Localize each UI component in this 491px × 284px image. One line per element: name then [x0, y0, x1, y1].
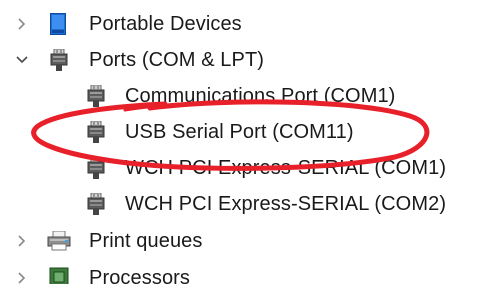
tree-item-label: Communications Port (COM1) — [125, 85, 396, 107]
tree-item-print-queues[interactable]: Print queues — [0, 223, 491, 259]
port-icon — [87, 193, 105, 215]
tree-item-label: Processors — [89, 267, 191, 284]
tree-item-port[interactable]: WCH PCI Express-SERIAL (COM1) — [0, 150, 491, 186]
port-icon — [87, 121, 105, 143]
tree-item-label: USB Serial Port (COM11) — [125, 121, 354, 143]
tree-item-portable-devices[interactable]: Portable Devices — [0, 6, 491, 42]
chevron-right-icon[interactable] — [13, 232, 31, 250]
tree-item-port-usb-serial[interactable]: USB Serial Port (COM11) — [0, 114, 491, 150]
tree-item-label: Print queues — [89, 230, 203, 252]
device-manager-tree: Portable Devices Ports (COM & LPT) Commu… — [0, 0, 491, 284]
processor-icon — [49, 267, 69, 284]
tree-item-port[interactable]: WCH PCI Express-SERIAL (COM2) — [0, 186, 491, 222]
tree-item-processors[interactable]: Processors — [0, 260, 491, 284]
printer-icon — [47, 231, 71, 251]
tree-item-label: Ports (COM & LPT) — [89, 49, 265, 71]
portable-device-icon — [50, 13, 66, 35]
chevron-right-icon[interactable] — [13, 269, 31, 284]
port-icon — [87, 157, 105, 179]
tree-item-label: WCH PCI Express-SERIAL (COM1) — [125, 157, 447, 179]
tree-item-label: WCH PCI Express-SERIAL (COM2) — [125, 193, 447, 215]
tree-item-ports[interactable]: Ports (COM & LPT) — [0, 42, 491, 78]
chevron-down-icon[interactable] — [13, 51, 31, 69]
chevron-right-icon[interactable] — [13, 15, 31, 33]
port-icon — [50, 49, 68, 71]
tree-item-port[interactable]: Communications Port (COM1) — [0, 78, 491, 114]
port-icon — [87, 85, 105, 107]
tree-item-label: Portable Devices — [89, 13, 242, 35]
